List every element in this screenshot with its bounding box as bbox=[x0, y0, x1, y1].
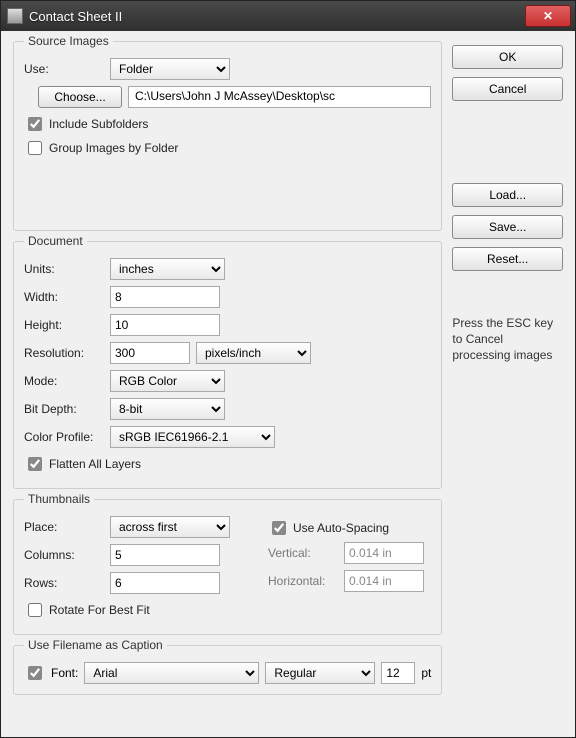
close-icon: ✕ bbox=[543, 9, 553, 23]
left-column: Source Images Use: Folder Choose... C:\U… bbox=[13, 41, 442, 725]
include-subfolders-label: Include Subfolders bbox=[49, 117, 148, 131]
resolution-unit-select[interactable]: pixels/inch bbox=[196, 342, 311, 364]
group-caption: Use Filename as Caption Font: Arial Regu… bbox=[13, 645, 442, 695]
font-style-select[interactable]: Regular bbox=[265, 662, 375, 684]
flatten-label: Flatten All Layers bbox=[49, 457, 141, 471]
group-by-folder-label: Group Images by Folder bbox=[49, 141, 178, 155]
place-label: Place: bbox=[24, 520, 104, 534]
window-title: Contact Sheet II bbox=[29, 9, 525, 24]
horizontal-input bbox=[344, 570, 424, 592]
load-button[interactable]: Load... bbox=[452, 183, 563, 207]
units-label: Units: bbox=[24, 262, 104, 276]
app-icon bbox=[7, 8, 23, 24]
flatten-checkbox[interactable] bbox=[28, 457, 42, 471]
rows-label: Rows: bbox=[24, 576, 104, 590]
place-select[interactable]: across first bbox=[110, 516, 230, 538]
caption-font-checkbox[interactable] bbox=[28, 666, 42, 680]
bitdepth-label: Bit Depth: bbox=[24, 402, 104, 416]
width-input[interactable] bbox=[110, 286, 220, 308]
mode-select[interactable]: RGB Color bbox=[110, 370, 225, 392]
columns-label: Columns: bbox=[24, 548, 104, 562]
mode-label: Mode: bbox=[24, 374, 104, 388]
horizontal-label: Horizontal: bbox=[268, 574, 338, 588]
columns-input[interactable] bbox=[110, 544, 220, 566]
units-select[interactable]: inches bbox=[110, 258, 225, 280]
legend-source: Source Images bbox=[24, 34, 113, 48]
resolution-label: Resolution: bbox=[24, 346, 104, 360]
resolution-input[interactable] bbox=[110, 342, 190, 364]
autospacing-label: Use Auto-Spacing bbox=[293, 521, 389, 535]
dialog-window: Contact Sheet II ✕ Source Images Use: Fo… bbox=[0, 0, 576, 738]
group-source-images: Source Images Use: Folder Choose... C:\U… bbox=[13, 41, 442, 231]
dialog-body: Source Images Use: Folder Choose... C:\U… bbox=[1, 31, 575, 737]
font-size-input[interactable] bbox=[381, 662, 415, 684]
rotate-label: Rotate For Best Fit bbox=[49, 603, 150, 617]
bitdepth-select[interactable]: 8-bit bbox=[110, 398, 225, 420]
use-label: Use: bbox=[24, 62, 104, 76]
save-button[interactable]: Save... bbox=[452, 215, 563, 239]
font-label: Font: bbox=[51, 666, 78, 680]
include-subfolders-checkbox[interactable] bbox=[28, 117, 42, 131]
use-select[interactable]: Folder bbox=[110, 58, 230, 80]
rows-input[interactable] bbox=[110, 572, 220, 594]
vertical-label: Vertical: bbox=[268, 546, 338, 560]
group-thumbnails: Thumbnails Place: across first Columns: … bbox=[13, 499, 442, 635]
width-label: Width: bbox=[24, 290, 104, 304]
autospacing-checkbox[interactable] bbox=[272, 521, 286, 535]
legend-caption: Use Filename as Caption bbox=[24, 638, 167, 652]
font-name-select[interactable]: Arial bbox=[84, 662, 259, 684]
close-button[interactable]: ✕ bbox=[525, 5, 571, 27]
vertical-input bbox=[344, 542, 424, 564]
colorprofile-select[interactable]: sRGB IEC61966-2.1 bbox=[110, 426, 275, 448]
legend-document: Document bbox=[24, 234, 87, 248]
cancel-button[interactable]: Cancel bbox=[452, 77, 563, 101]
legend-thumbnails: Thumbnails bbox=[24, 492, 94, 506]
path-display: C:\Users\John J McAssey\Desktop\sc bbox=[128, 86, 431, 108]
right-column: OK Cancel Load... Save... Reset... Press… bbox=[452, 41, 563, 725]
height-label: Height: bbox=[24, 318, 104, 332]
titlebar: Contact Sheet II ✕ bbox=[1, 1, 575, 31]
group-document: Document Units: inches Width: Height: Re… bbox=[13, 241, 442, 489]
reset-button[interactable]: Reset... bbox=[452, 247, 563, 271]
colorprofile-label: Color Profile: bbox=[24, 430, 104, 444]
group-by-folder-checkbox[interactable] bbox=[28, 141, 42, 155]
pt-label: pt bbox=[421, 666, 431, 680]
choose-button[interactable]: Choose... bbox=[38, 86, 122, 108]
rotate-checkbox[interactable] bbox=[28, 603, 42, 617]
height-input[interactable] bbox=[110, 314, 220, 336]
ok-button[interactable]: OK bbox=[452, 45, 563, 69]
esc-hint: Press the ESC key to Cancel processing i… bbox=[452, 315, 563, 364]
